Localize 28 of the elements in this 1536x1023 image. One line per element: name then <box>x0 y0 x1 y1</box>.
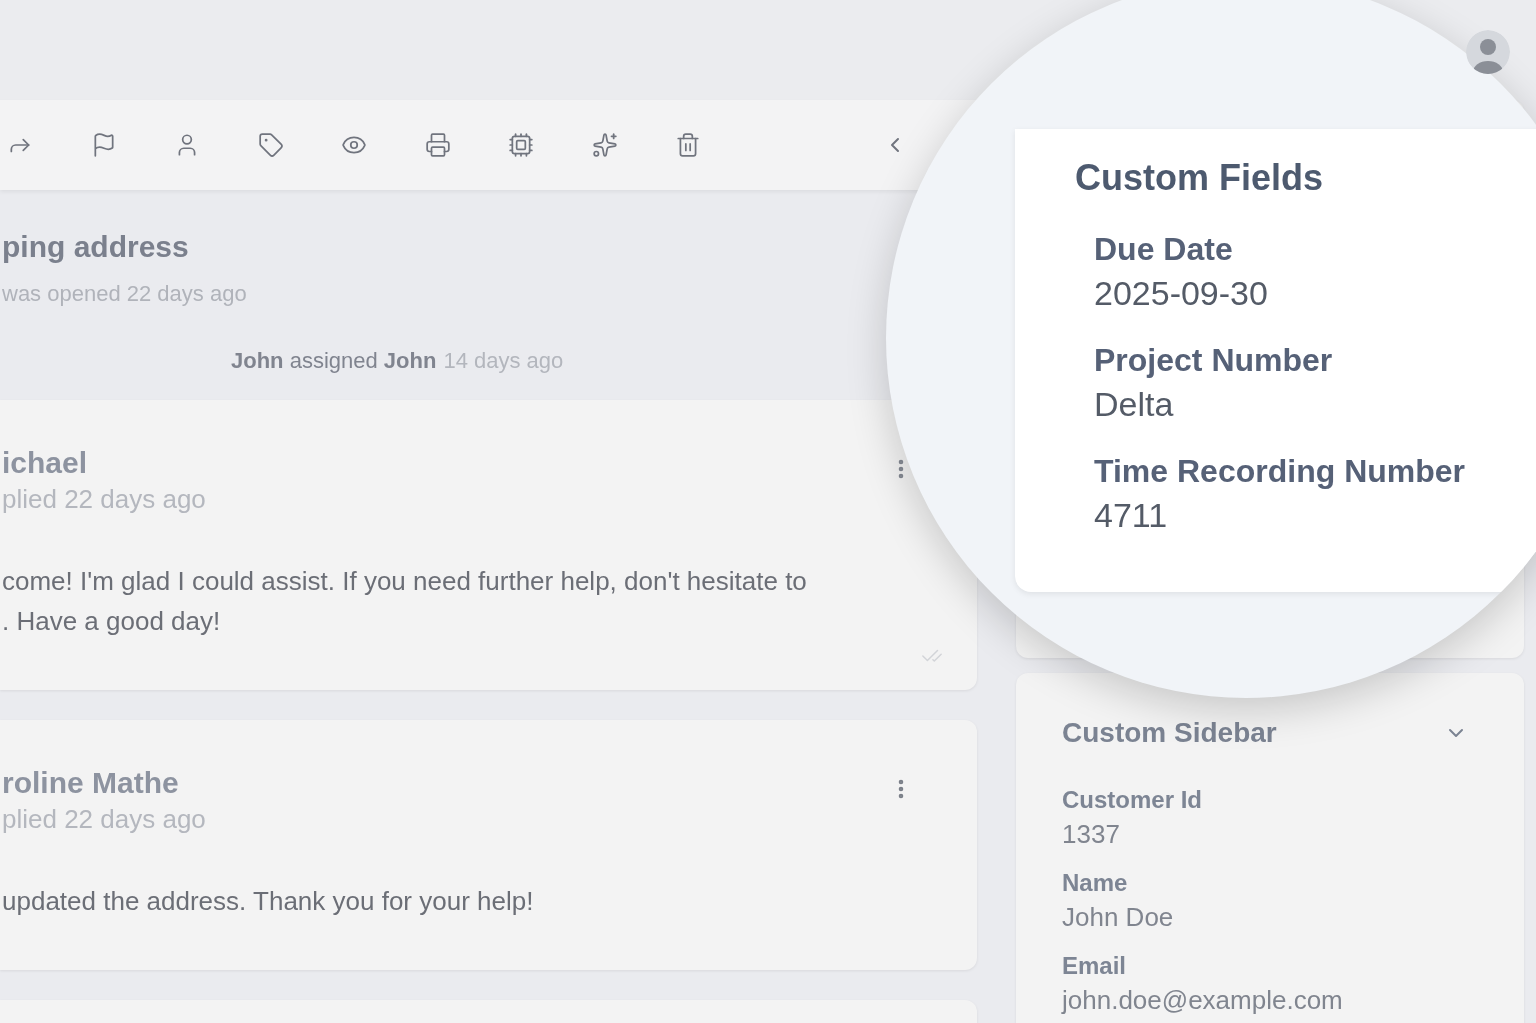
tag-icon[interactable] <box>257 132 284 158</box>
chip-icon[interactable] <box>508 132 534 158</box>
field-label: Email <box>1062 951 1127 981</box>
field-value: Delta <box>1094 384 1174 424</box>
field-label: Project Number <box>1094 341 1333 380</box>
author-name: roline Mathe <box>2 765 179 801</box>
field-label: Due Date <box>1094 230 1233 269</box>
ticket-opened: was opened 22 days ago <box>2 280 247 308</box>
field-value: 2025-09-30 <box>1094 273 1268 313</box>
printer-icon[interactable] <box>424 132 451 158</box>
message-meta: plied 22 days ago <box>2 803 206 835</box>
author-name: ichael <box>2 445 88 481</box>
field-label: Name <box>1062 868 1128 898</box>
field-value: John Doe <box>1062 901 1174 933</box>
custom-fields-title: Custom Fields <box>1075 156 1324 200</box>
field-label: Customer Id <box>1062 785 1202 815</box>
sparkles-icon[interactable] <box>591 132 618 158</box>
message-meta: plied 22 days ago <box>2 483 206 515</box>
field-value: 4711 <box>1094 495 1168 535</box>
sidebar-title: Custom Sidebar <box>1062 716 1277 750</box>
field-value: 1337 <box>1062 818 1120 850</box>
field-value: john.doe@example.com <box>1062 984 1343 1016</box>
message-body: updated the address. Thank you for your help! <box>2 885 534 918</box>
field-label: Time Recording Number <box>1094 452 1466 491</box>
message-body: come! I'm glad I could assist. If you need further help, don't hesitate to . Have a good day! <box>2 565 807 638</box>
activity-text: John assigned John <box>231 347 437 375</box>
ticket-title: ping address <box>2 229 189 265</box>
trash-icon[interactable] <box>675 132 701 158</box>
